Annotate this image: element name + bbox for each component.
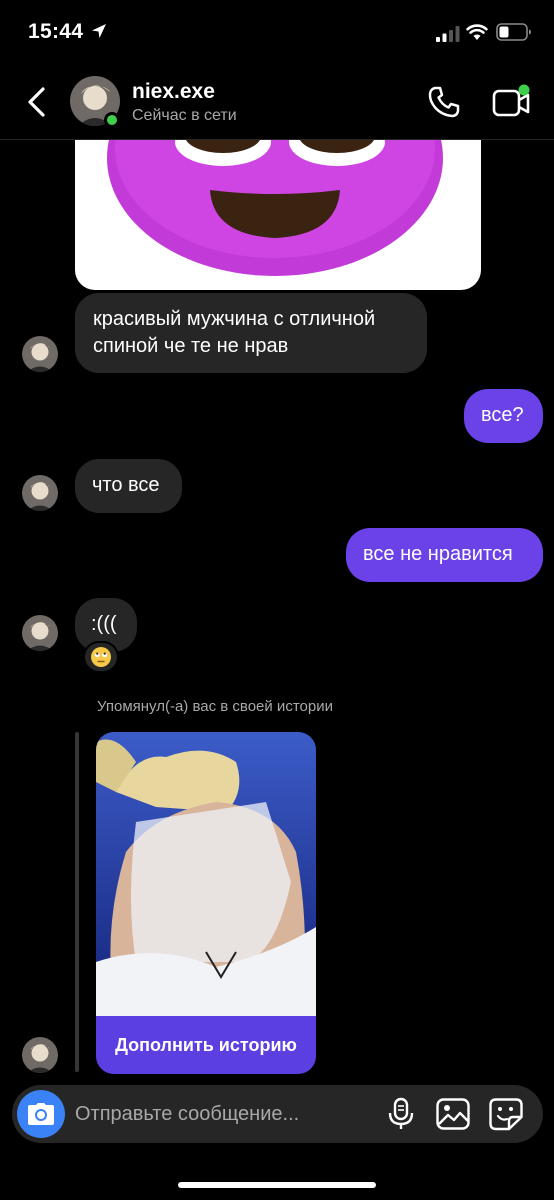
online-indicator <box>104 112 120 128</box>
status-bar: 15:44 <box>0 0 554 64</box>
sender-avatar[interactable] <box>22 475 58 511</box>
chat-username[interactable]: niex.exe <box>132 80 215 104</box>
story-mention-note: Упомянул(-а) вас в своей истории <box>97 698 333 715</box>
emoji-sticker[interactable] <box>75 140 481 290</box>
camera-button[interactable] <box>17 1090 65 1138</box>
message-bubble-outgoing[interactable]: все не нравится <box>346 528 543 582</box>
sender-avatar[interactable] <box>22 336 58 372</box>
wifi-icon <box>466 24 488 40</box>
presence-status: Сейчас в сети <box>132 107 237 124</box>
video-icon[interactable] <box>490 82 532 122</box>
chat-header: niex.exe Сейчас в сети <box>0 64 554 140</box>
story-photo <box>96 732 316 1016</box>
camera-icon <box>28 1103 54 1125</box>
location-arrow-icon <box>92 24 106 38</box>
eye-roll-emoji-icon <box>91 647 111 667</box>
sticker-icon[interactable] <box>488 1097 524 1131</box>
home-indicator[interactable] <box>178 1182 376 1188</box>
story-reply-line <box>75 732 79 1072</box>
message-composer <box>12 1085 543 1143</box>
message-reaction[interactable] <box>83 641 119 673</box>
microphone-icon[interactable] <box>384 1097 418 1131</box>
message-input[interactable] <box>75 1085 375 1143</box>
status-time: 15:44 <box>28 20 84 43</box>
message-bubble-incoming[interactable]: красивый мужчина с отличной спиной че те… <box>75 293 427 373</box>
story-preview[interactable]: Дополнить историю <box>96 732 316 1074</box>
add-to-story-button[interactable]: Дополнить историю <box>96 1016 316 1074</box>
sender-avatar[interactable] <box>22 615 58 651</box>
phone-icon[interactable] <box>426 84 462 120</box>
back-icon[interactable] <box>22 84 52 120</box>
signal-icon <box>436 26 460 42</box>
gallery-icon[interactable] <box>435 1097 471 1131</box>
sender-avatar[interactable] <box>22 1037 58 1073</box>
battery-icon <box>496 23 531 41</box>
message-bubble-incoming[interactable]: что все <box>75 459 182 513</box>
message-bubble-outgoing[interactable]: все? <box>464 389 543 443</box>
